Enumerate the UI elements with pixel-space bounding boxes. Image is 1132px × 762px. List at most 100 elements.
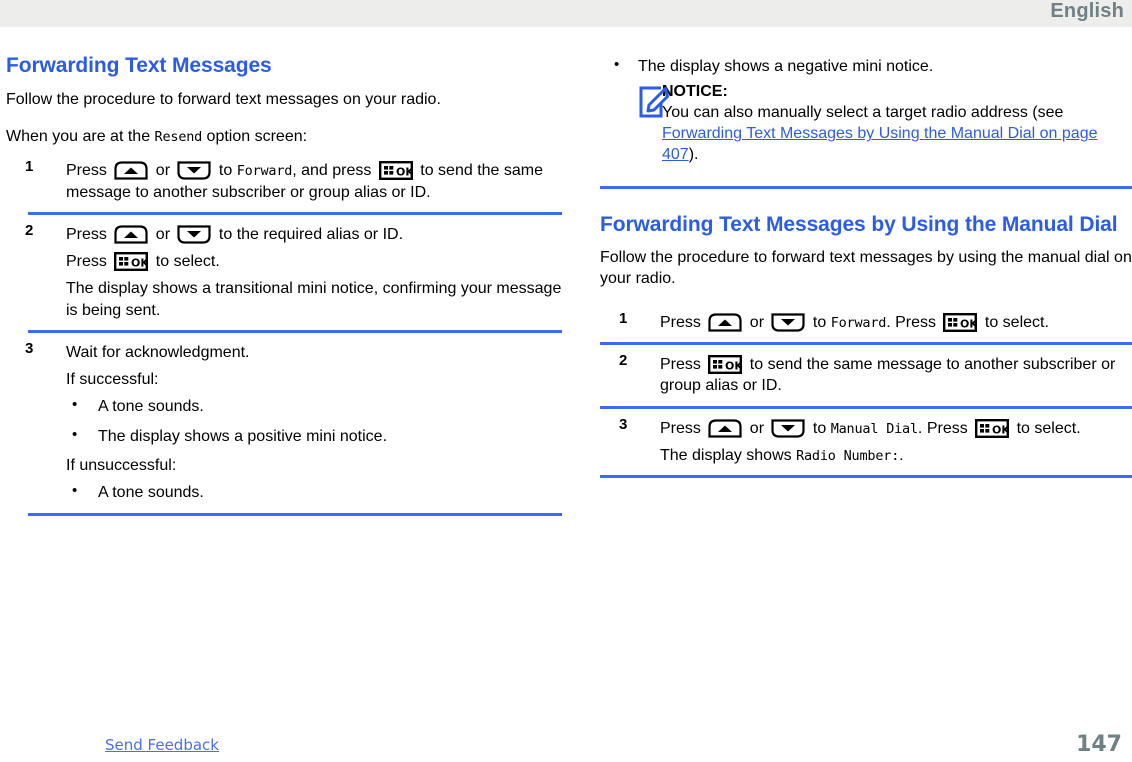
step-item: 2 Press or to the required alias or ID. Pr… [6, 221, 562, 321]
notice-body: You can also manually select a target ra… [662, 102, 1132, 165]
right-step-list: 1 Press or to Forward. Press OK to select… [600, 310, 1132, 479]
down-arrow-key-icon [177, 225, 212, 244]
down-arrow-key-icon [771, 313, 806, 332]
step-text: Press or to Manual Dial. Press OK to sel… [660, 418, 1132, 467]
step-divider [600, 475, 1132, 479]
step-paragraph: Press or to the required alias or ID. [66, 224, 562, 245]
step-divider [28, 512, 562, 516]
inline-text: or [745, 313, 769, 331]
ok-menu-key-icon: OK [943, 312, 978, 332]
inline-mono-term: Radio Number: [796, 447, 900, 464]
send-feedback-link[interactable]: Send Feedback [105, 736, 219, 754]
inline-text: to select. [980, 313, 1049, 331]
inline-text: Press [66, 162, 112, 180]
notice-pencil-icon [638, 85, 669, 119]
step-paragraph: Press OK to select. [66, 251, 562, 272]
ok-menu-key-icon: OK [378, 161, 413, 181]
svg-text:OK: OK [960, 317, 977, 330]
list-item: The display shows a positive mini notice… [66, 425, 562, 447]
inline-mono-term: Manual Dial [830, 420, 918, 437]
inline-text: Press [66, 253, 112, 271]
notice-box: NOTICE: You can also manually select a t… [600, 83, 1132, 165]
inline-text: to [214, 162, 237, 180]
step-number: 1 [25, 158, 34, 176]
ok-menu-key-icon: OK [975, 418, 1010, 438]
step-text: Press or to Forward. Press OK to select. [660, 312, 1132, 333]
svg-text:OK: OK [131, 256, 148, 269]
page-footer: Send Feedback 147 [0, 722, 1132, 762]
inline-text: to select. [1012, 419, 1081, 437]
step-paragraph: Press or to Manual Dial. Press OK to sel… [660, 418, 1132, 439]
inline-text: to [808, 313, 831, 331]
ok-menu-key-icon: OK [708, 355, 743, 375]
inline-text: . [899, 446, 904, 464]
inline-text: Press [660, 419, 706, 437]
step-item: 2 Press OK to send the same message to an… [600, 352, 1132, 397]
page-title: Forwarding Text Messages [6, 54, 272, 77]
inline-text: . Press [886, 313, 941, 331]
step-paragraph: Press or to Forward, and press OK to sen… [66, 160, 562, 203]
inline-text: or [745, 419, 769, 437]
right-section-title: Forwarding Text Messages by Using the Ma… [600, 212, 1118, 236]
intro-paragraph-2: When you are at the Resend option screen… [6, 127, 562, 148]
inline-text: The display shows a transitional mini no… [66, 280, 562, 319]
step-paragraph: If successful: [66, 369, 562, 390]
step-text: Press or to the required alias or ID. Pre… [66, 224, 562, 321]
step-paragraph: The display shows Radio Number:. [660, 445, 1132, 466]
step-paragraph: If unsuccessful: [66, 455, 562, 476]
notice-title: NOTICE: [662, 83, 728, 101]
step-bullet-list: A tone sounds. [66, 481, 562, 503]
step-divider [28, 329, 562, 333]
step-divider [28, 211, 562, 215]
notice-cross-reference-link[interactable]: Forwarding Text Messages by Using the Ma… [662, 125, 1098, 163]
step-paragraph: Press OK to send the same message to ano… [660, 354, 1132, 397]
inline-text: to [808, 419, 831, 437]
inline-text: or [151, 162, 175, 180]
step-paragraph: The display shows a transitional mini no… [66, 278, 562, 321]
left-step-list: 1 Press or to Forward, and press OK to se… [6, 158, 562, 516]
step-divider [600, 342, 1132, 346]
step-divider [600, 405, 1132, 409]
list-item: A tone sounds. [66, 395, 562, 417]
intro2-before: When you are at the [6, 127, 155, 145]
svg-text:OK: OK [992, 423, 1009, 436]
up-arrow-key-icon [114, 161, 148, 180]
right-column: The display shows a negative mini notice… [600, 52, 1132, 487]
intro-paragraph-1: Follow the procedure to forward text mes… [6, 90, 441, 108]
notice-body-before: You can also manually select a target ra… [662, 104, 1064, 122]
intro2-after: option screen: [202, 127, 308, 145]
step-text: Press OK to send the same message to ano… [660, 354, 1132, 397]
up-arrow-key-icon [708, 313, 742, 332]
right-intro-paragraph: Follow the procedure to forward text mes… [600, 249, 1132, 288]
inline-text: or [151, 225, 175, 243]
section-divider [600, 185, 1132, 189]
svg-text:OK: OK [725, 359, 742, 372]
inline-text: If unsuccessful: [66, 456, 177, 474]
inline-text: Wait for acknowledgment. [66, 343, 250, 361]
list-item: A tone sounds. [66, 481, 562, 503]
notice-body-after: ). [688, 146, 699, 164]
down-arrow-key-icon [771, 419, 806, 438]
step-paragraph: Press or to Forward. Press OK to select. [660, 312, 1132, 333]
inline-text: , and press [292, 162, 376, 180]
up-arrow-key-icon [114, 225, 148, 244]
negative-notice-bullets: The display shows a negative mini notice… [600, 55, 1132, 77]
inline-text: The display shows [660, 446, 797, 464]
step-item: 1 Press or to Forward. Press OK to select… [600, 310, 1132, 333]
step-number: 2 [619, 352, 628, 370]
step-number: 2 [25, 221, 34, 239]
step-number: 3 [25, 339, 34, 357]
page-number: 147 [1076, 732, 1122, 757]
intro2-mono-term: Resend [154, 128, 203, 145]
list-item: The display shows a negative mini notice… [600, 55, 1132, 77]
step-item: 3 Press or to Manual Dial. Press OK to se… [600, 415, 1132, 467]
left-column: Forwarding Text Messages Follow the proc… [6, 52, 562, 525]
inline-mono-term: Forward [830, 314, 887, 331]
inline-text: Press [660, 356, 706, 374]
inline-text: Press [66, 225, 112, 243]
inline-text: to select. [151, 253, 220, 271]
step-number: 3 [619, 415, 628, 433]
inline-text: . Press [917, 419, 973, 437]
down-arrow-key-icon [177, 161, 212, 180]
ok-menu-key-icon: OK [114, 252, 149, 272]
